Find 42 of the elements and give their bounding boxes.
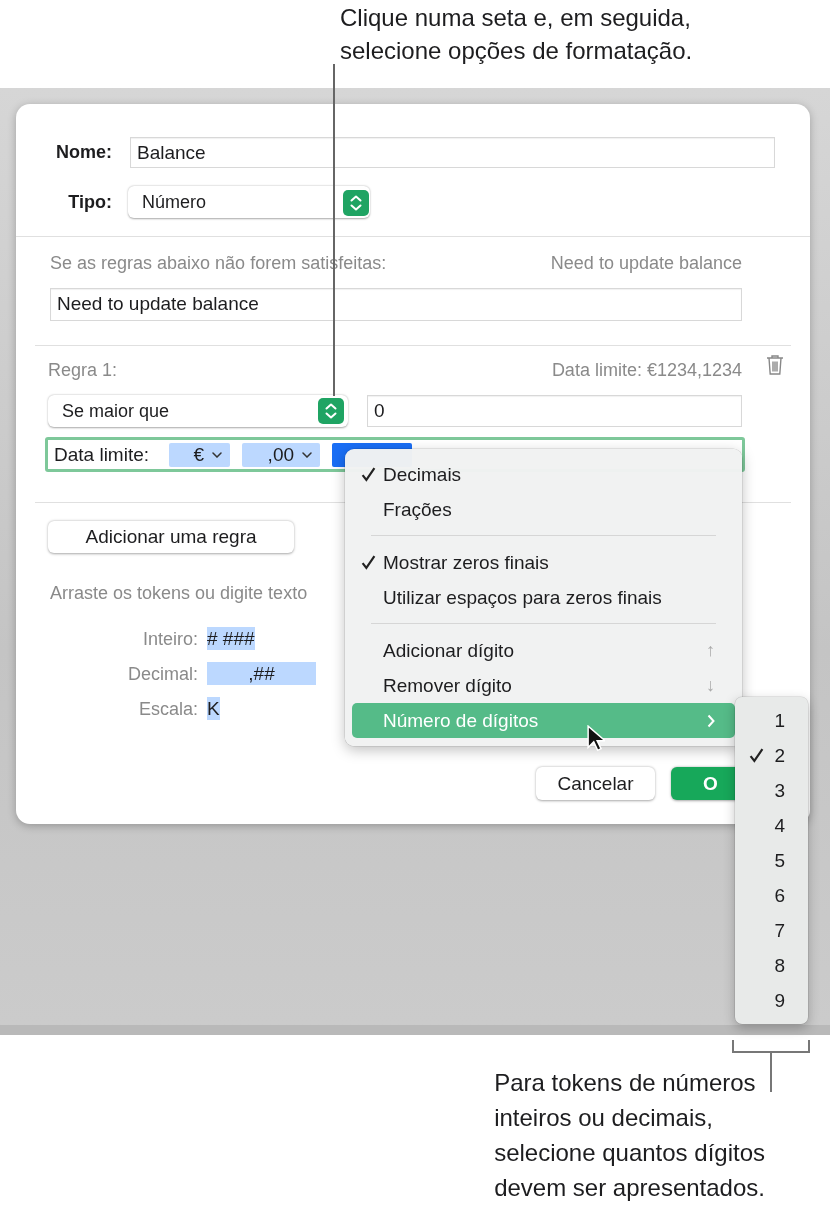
format-token[interactable]: # ### bbox=[207, 627, 255, 650]
format-token[interactable]: ,00 bbox=[242, 442, 321, 467]
menu-item[interactable]: 7 bbox=[735, 913, 808, 948]
name-field[interactable]: Balance bbox=[130, 137, 775, 168]
format-token[interactable]: ,## bbox=[207, 662, 316, 685]
menu-item[interactable]: Remover dígito ↓ bbox=[352, 668, 735, 703]
callout-text: Clique numa seta e, em seguida, selecione opções de formatação. bbox=[340, 3, 693, 66]
chevron-down-icon bbox=[212, 451, 223, 458]
field-label: Tipo: bbox=[67, 191, 112, 213]
menu-item[interactable]: 8 bbox=[735, 948, 808, 983]
rule-title: Regra 1: bbox=[48, 360, 118, 380]
menu-item[interactable]: 9 bbox=[735, 983, 808, 1018]
chevron-down-icon bbox=[302, 451, 313, 458]
cancel-button[interactable]: Cancelar bbox=[536, 767, 655, 800]
value-field[interactable]: 0 bbox=[367, 395, 742, 427]
menu-item[interactable]: Frações bbox=[352, 492, 735, 527]
token-label: Decimal: bbox=[127, 663, 198, 684]
pointer-icon bbox=[587, 725, 605, 752]
rule-preview: Data limite: €1234,1234 bbox=[551, 360, 742, 380]
field-label: Nome: bbox=[55, 142, 112, 163]
token-label: Escala: bbox=[137, 698, 198, 719]
menu-item[interactable]: 5 bbox=[735, 843, 808, 878]
trash-icon[interactable] bbox=[766, 354, 784, 376]
stepper-icon[interactable] bbox=[343, 190, 369, 216]
menu-item[interactable]: 4 bbox=[735, 808, 808, 843]
message-field[interactable]: Need to update balance bbox=[50, 288, 742, 321]
token-label: Inteiro: bbox=[141, 628, 198, 649]
menu-item[interactable]: Mostrar zeros finais bbox=[352, 545, 735, 580]
menu-item[interactable]: 6 bbox=[735, 878, 808, 913]
message-preview: Need to update balance bbox=[550, 253, 742, 273]
format-token[interactable]: K bbox=[207, 697, 220, 720]
menu-item[interactable]: Utilizar espaços para zeros finais bbox=[352, 580, 735, 615]
add-rule-button[interactable]: Adicionar uma regra bbox=[48, 521, 294, 553]
menu-item[interactable]: Adicionar dígito ↑ bbox=[352, 633, 735, 668]
menu-item[interactable]: 1 bbox=[735, 703, 808, 738]
format-token[interactable]: € bbox=[169, 442, 231, 467]
hint-text: Arraste os tokens ou digite texto bbox=[50, 583, 308, 603]
chevron-right-icon bbox=[707, 713, 715, 728]
condition-popup[interactable]: Se maior que bbox=[48, 395, 348, 427]
type-popup[interactable]: Número bbox=[128, 186, 370, 218]
stepper-icon[interactable] bbox=[318, 398, 344, 424]
callout-text: Para tokens de números inteiros ou decimais, selecione quantos dígitos devem ser apresentados. bbox=[494, 1068, 765, 1203]
